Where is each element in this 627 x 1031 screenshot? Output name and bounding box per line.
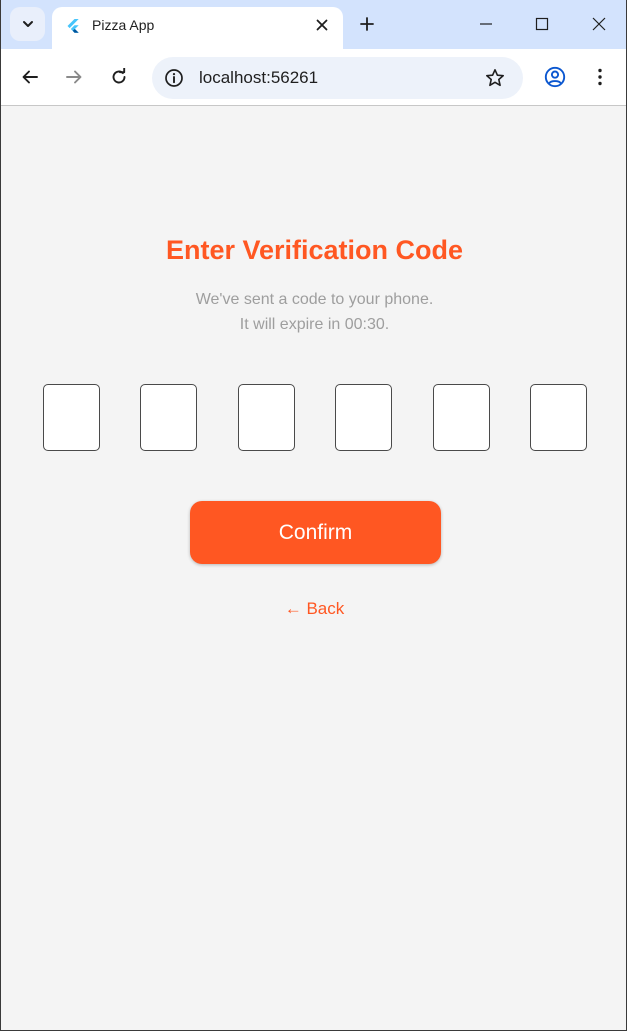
otp-digit-4[interactable] (335, 384, 392, 451)
site-info-button[interactable] (163, 67, 185, 89)
tab-title: Pizza App (92, 17, 155, 33)
otp-digit-3[interactable] (238, 384, 295, 451)
close-icon (592, 17, 606, 31)
otp-digit-1[interactable] (43, 384, 100, 451)
plus-icon (360, 17, 374, 31)
subtitle: We've sent a code to your phone. It will… (1, 287, 627, 337)
address-bar[interactable]: localhost:56261 (152, 57, 523, 99)
back-link-row: ← Back (1, 599, 627, 619)
close-window-button[interactable] (589, 14, 609, 34)
reload-icon (112, 68, 126, 84)
otp-digit-2[interactable] (140, 384, 197, 451)
minimize-icon (480, 23, 492, 25)
chevron-down-icon (22, 21, 33, 27)
minimize-button[interactable] (476, 14, 496, 34)
back-link[interactable]: ← Back (285, 599, 345, 618)
profile-button[interactable] (544, 66, 566, 88)
browser-tab-active[interactable]: Pizza App (52, 7, 343, 49)
info-icon (165, 69, 183, 87)
more-vert-icon (598, 68, 602, 86)
tab-close-button[interactable] (313, 16, 331, 34)
tab-strip: Pizza App (1, 0, 626, 49)
star-icon (486, 69, 504, 87)
page-title: Enter Verification Code (165, 235, 464, 265)
browser-toolbar: localhost:56261 (1, 49, 626, 106)
browser-window: Pizza App localhost:56261 Enter Verifica… (0, 0, 627, 1031)
account-circle-icon (544, 66, 566, 88)
tab-search-button[interactable] (10, 7, 45, 41)
otp-input-row (1, 384, 627, 452)
arrow-right-icon (66, 70, 82, 84)
close-icon (316, 19, 328, 31)
bookmark-button[interactable] (484, 67, 506, 89)
confirm-button[interactable]: Confirm (190, 501, 441, 564)
reload-button[interactable] (108, 66, 130, 88)
arrow-left-icon (22, 70, 38, 84)
confirm-button-label: Confirm (278, 520, 353, 544)
url-text: localhost:56261 (199, 68, 319, 87)
maximize-icon (535, 17, 549, 31)
subtitle-code-sent: We've sent a code to your phone. (195, 291, 434, 308)
new-tab-button[interactable] (357, 14, 377, 34)
browser-menu-button[interactable] (589, 66, 611, 88)
forward-nav-button[interactable] (63, 66, 85, 88)
flutter-logo-icon (67, 19, 79, 33)
otp-digit-5[interactable] (433, 384, 490, 451)
maximize-button[interactable] (532, 14, 552, 34)
verification-page: Enter Verification Code We've sent a cod… (1, 107, 626, 1030)
back-nav-button[interactable] (19, 66, 41, 88)
subtitle-expiry-timer: It will expire in 00:30. (239, 316, 390, 333)
otp-digit-6[interactable] (530, 384, 587, 451)
